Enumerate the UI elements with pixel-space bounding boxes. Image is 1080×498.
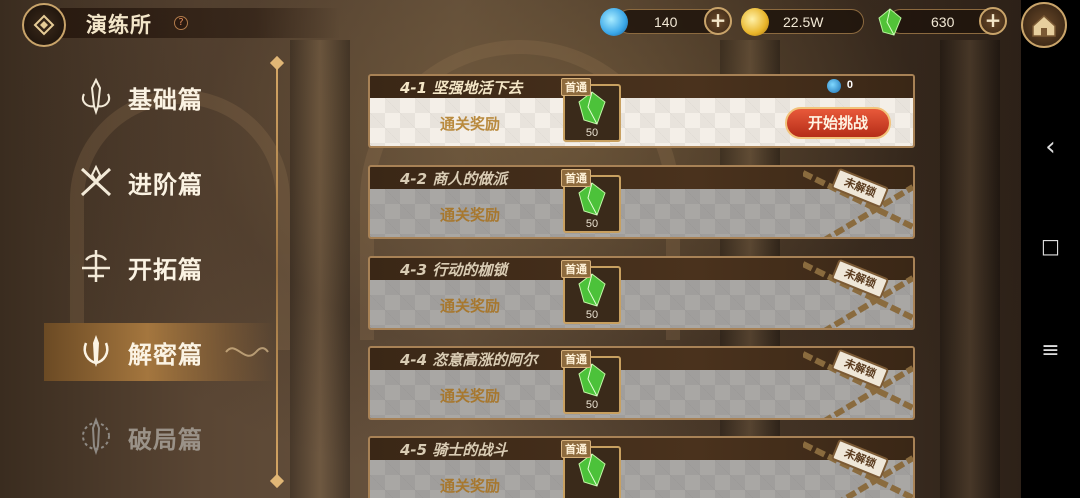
page-title: 演练所 xyxy=(86,13,152,37)
reward-label: 通关奖励 xyxy=(440,297,501,315)
stage-card[interactable]: 4-2 商人的做派 通关奖励 50 首通 未解锁 xyxy=(368,165,915,239)
divider-ornament xyxy=(269,473,285,489)
start-challenge-button[interactable]: 开始挑战 xyxy=(785,107,891,139)
first-clear-badge: 首通 xyxy=(561,260,591,278)
resource-value: 140 xyxy=(654,14,678,30)
first-clear-badge: 首通 xyxy=(561,169,591,187)
reward-label: 通关奖励 xyxy=(440,387,501,405)
reward-quantity: 50 xyxy=(585,127,599,139)
blue-orb-icon xyxy=(827,79,841,93)
sidebar-item-label: 进阶篇 xyxy=(128,171,203,199)
diamond-emblem-icon xyxy=(33,14,55,36)
system-nav-bar: ‹ □ ≡ xyxy=(1021,50,1080,498)
reward-quantity: 50 xyxy=(585,399,599,411)
sidebar-item-label: 破局篇 xyxy=(128,426,203,454)
reward-label: 通关奖励 xyxy=(440,206,501,224)
sword-emblem-icon xyxy=(82,77,110,116)
stage-title: 4-1 坚强地活下去 xyxy=(400,79,523,97)
game-screen: 演练所 ? 140 + 22.5W 630 + 基础篇 进阶篇 开拓篇 解密篇 … xyxy=(0,0,1021,498)
help-icon[interactable]: ? xyxy=(174,16,188,30)
back-icon[interactable]: ‹ xyxy=(1021,132,1080,162)
stage-card[interactable]: 4-5 骑士的战斗 通关奖励 首通 未解锁 xyxy=(368,436,915,498)
stage-title: 4-4 恣意高涨的阿尔 xyxy=(400,351,538,369)
stage-title: 4-2 商人的做派 xyxy=(400,170,508,188)
first-clear-badge: 首通 xyxy=(561,350,591,368)
green-crystal-icon xyxy=(878,8,902,36)
first-clear-badge: 首通 xyxy=(561,440,591,458)
sidebar-divider xyxy=(276,62,278,484)
stage-title: 4-5 骑士的战斗 xyxy=(400,441,508,459)
sidebar-item-basic[interactable]: 基础篇 xyxy=(44,68,274,126)
sidebar-item-decrypt[interactable]: 解密篇 xyxy=(44,323,274,381)
home-nav-icon[interactable]: □ xyxy=(1021,234,1080,258)
sidebar-item-pioneer[interactable]: 开拓篇 xyxy=(44,238,274,296)
sidebar-item-advanced[interactable]: 进阶篇 xyxy=(44,153,274,211)
home-button[interactable] xyxy=(1021,2,1067,48)
menu-button[interactable] xyxy=(22,3,66,47)
stage-card[interactable]: 4-1 坚强地活下去 通关奖励 50 首通 0 开始挑战 xyxy=(368,74,915,148)
crossed-swords-icon xyxy=(80,164,112,197)
reward-label: 通关奖励 xyxy=(440,477,501,495)
add-blue-orb-button[interactable]: + xyxy=(704,7,732,35)
bg-pillar xyxy=(940,40,1000,498)
resource-value: 630 xyxy=(931,14,955,30)
first-clear-badge: 首通 xyxy=(561,78,591,96)
blue-orb-icon xyxy=(600,8,628,36)
sidebar-item-breakthrough[interactable]: 破局篇 xyxy=(44,408,274,466)
bg-arch xyxy=(70,90,290,350)
sidebar-item-label: 基础篇 xyxy=(128,86,203,114)
gold-coin-icon xyxy=(741,8,769,36)
reward-quantity: 50 xyxy=(585,218,599,230)
sidebar-item-label: 开拓篇 xyxy=(128,256,203,284)
stage-cost: 0 xyxy=(846,79,853,91)
locked-emblem-icon xyxy=(82,417,110,456)
resource-value: 22.5W xyxy=(783,14,824,30)
stage-card[interactable]: 4-3 行动的枷锁 通关奖励 50 首通 未解锁 xyxy=(368,256,915,330)
sidebar-item-label: 解密篇 xyxy=(128,341,203,369)
bg-pillar xyxy=(290,40,350,498)
top-bar: 演练所 ? 140 + 22.5W 630 + xyxy=(0,0,1021,47)
stage-card[interactable]: 4-4 恣意高涨的阿尔 通关奖励 50 首通 未解锁 xyxy=(368,346,915,420)
winged-emblem-icon xyxy=(82,250,110,282)
reward-label: 通关奖励 xyxy=(440,115,501,133)
recents-icon[interactable]: ≡ xyxy=(1021,338,1080,363)
sword-shield-icon xyxy=(83,335,109,367)
house-icon xyxy=(1032,14,1056,37)
add-green-crystal-button[interactable]: + xyxy=(979,7,1007,35)
ornament-icon xyxy=(225,347,269,357)
stage-title: 4-3 行动的枷锁 xyxy=(400,261,508,279)
reward-quantity: 50 xyxy=(585,309,599,321)
